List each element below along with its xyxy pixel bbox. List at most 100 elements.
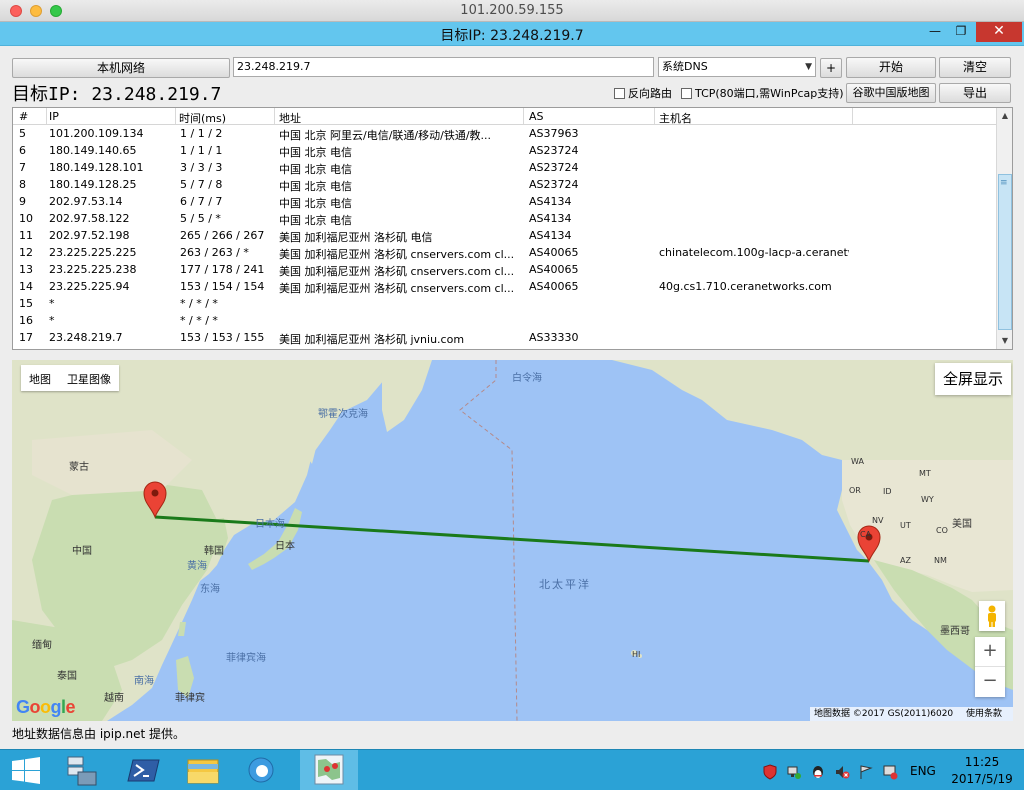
label-china: 中国 <box>72 546 92 557</box>
table-row[interactable]: 13 23.225.225.238 177 / 178 / 241 美国 加利福尼亚州… <box>13 261 997 278</box>
zoom-control: + − <box>975 637 1005 697</box>
label-bering-sea: 白令海 <box>512 373 542 384</box>
table-row[interactable]: 17 23.248.219.7 153 / 153 / 155 美国 加利福尼亚州 洛… <box>13 329 997 346</box>
display-icon[interactable] <box>882 764 898 780</box>
target-ip-heading: 目标IP: 23.248.219.7 <box>12 84 222 105</box>
checkbox-box <box>681 88 692 99</box>
chevron-down-icon: ▼ <box>805 62 812 72</box>
cell-time: * / * / * <box>180 314 218 327</box>
cell-address: 美国 加利福尼亚州 洛杉矶 电信 <box>279 231 433 244</box>
input-language[interactable]: ENG <box>910 764 936 778</box>
qq-icon[interactable] <box>810 764 826 780</box>
trace-table[interactable]: # IP 时间(ms) 地址 AS 主机名 5 101.200.109.134 1 … <box>12 107 1013 350</box>
attribution-text: 地图数据 ©2017 GS(2011)6020 <box>814 709 954 719</box>
table-row[interactable]: 8 180.149.128.25 5 / 7 / 8 中国 北京 电信 AS23724 <box>13 176 997 193</box>
column-header-time[interactable]: 时间(ms) <box>179 110 226 126</box>
cell-ip: 202.97.53.14 <box>49 195 123 208</box>
cell-ip: 202.97.52.198 <box>49 229 130 242</box>
export-button[interactable]: 导出 <box>939 83 1011 103</box>
security-shield-icon[interactable] <box>762 764 778 780</box>
maximize-button[interactable]: ❐ <box>948 22 974 42</box>
label-ut: UT <box>900 521 911 530</box>
label-japan: 日本 <box>275 541 295 552</box>
system-clock[interactable]: 11:25 2017/5/19 <box>944 754 1020 788</box>
file-explorer-icon[interactable] <box>174 750 232 790</box>
close-button[interactable]: ✕ <box>976 22 1022 42</box>
local-network-button[interactable]: 本机网络 <box>12 58 230 78</box>
table-row[interactable]: 14 23.225.225.94 153 / 154 / 154 美国 加利福尼亚州 … <box>13 278 997 295</box>
start-button[interactable]: 开始 <box>846 57 936 78</box>
cell-ip: 202.97.58.122 <box>49 212 130 225</box>
label-north-pacific: 北太平洋 <box>539 578 591 591</box>
cell-as: AS4134 <box>529 195 572 208</box>
label-wy: WY <box>921 495 934 504</box>
powershell-icon[interactable] <box>116 750 174 790</box>
label-japan-sea: 日本海 <box>255 519 285 530</box>
cell-number: 7 <box>19 161 26 174</box>
cell-number: 17 <box>19 331 33 344</box>
label-burma: 缅甸 <box>32 640 52 651</box>
tab-satellite[interactable]: 卫星图像 <box>67 371 111 387</box>
scroll-down-arrow-icon[interactable]: ▼ <box>997 333 1012 349</box>
cell-address: 中国 北京 电信 <box>279 214 352 227</box>
besttrace-taskbar-icon[interactable] <box>300 750 358 790</box>
map-type-control: 地图 卫星图像 <box>21 365 119 391</box>
browser-icon[interactable] <box>232 750 290 790</box>
column-header-hostname[interactable]: 主机名 <box>659 110 692 126</box>
clock-time: 11:25 <box>964 755 1000 769</box>
map-attribution: 地图数据 ©2017 GS(2011)6020 使用条款 <box>810 707 1013 721</box>
cell-number: 12 <box>19 246 33 259</box>
table-row[interactable]: 16 * * / * / * <box>13 312 997 329</box>
terms-link[interactable]: 使用条款 <box>966 707 1002 721</box>
table-row[interactable]: 5 101.200.109.134 1 / 1 / 2 中国 北京 阿里云/电信/联通… <box>13 125 997 142</box>
table-row[interactable]: 12 23.225.225.225 263 / 263 / * 美国 加利福尼亚州 洛… <box>13 244 997 261</box>
fullscreen-button[interactable]: 全屏显示 <box>935 363 1011 395</box>
table-row[interactable]: 11 202.97.52.198 265 / 266 / 267 美国 加利福尼亚州 … <box>13 227 997 244</box>
pegman-icon[interactable] <box>979 601 1005 631</box>
add-button[interactable]: + <box>820 58 842 78</box>
tcp-label: TCP(80端口,需WinPcap支持) <box>695 87 844 100</box>
table-row[interactable]: 7 180.149.128.101 3 / 3 / 3 中国 北京 电信 AS23724 <box>13 159 997 176</box>
cell-time: 265 / 266 / 267 <box>180 229 265 242</box>
flag-icon[interactable] <box>858 764 874 780</box>
column-header-ip[interactable]: IP <box>49 110 59 123</box>
label-yellow-sea: 黄海 <box>187 561 207 572</box>
network-icon[interactable] <box>786 764 802 780</box>
cell-as: AS40065 <box>529 246 579 259</box>
tab-map[interactable]: 地图 <box>29 371 51 387</box>
cell-ip: 180.149.128.101 <box>49 161 144 174</box>
start-button[interactable] <box>0 750 58 790</box>
column-header-number[interactable]: # <box>19 110 28 123</box>
zoom-in-button[interactable]: + <box>975 637 1005 667</box>
label-id: ID <box>883 487 892 496</box>
google-china-map-button[interactable]: 谷歌中国版地图 <box>846 83 936 103</box>
route-map[interactable]: 蒙古 中国 韩国 日本 缅甸 泰国 越南 菲律宾 美国 墨西哥 WA OR NV… <box>12 360 1013 721</box>
label-nv: NV <box>872 516 884 525</box>
column-header-address[interactable]: 地址 <box>279 110 301 126</box>
table-row[interactable]: 15 * * / * / * <box>13 295 997 312</box>
table-row[interactable]: 10 202.97.58.122 5 / 5 / * 中国 北京 电信 AS4134 <box>13 210 997 227</box>
label-philippine-sea: 菲律宾海 <box>226 653 266 664</box>
minimize-button[interactable]: — <box>922 22 948 42</box>
cell-time: 153 / 154 / 154 <box>180 280 265 293</box>
server-manager-icon[interactable] <box>58 750 116 790</box>
volume-muted-icon[interactable] <box>834 764 850 780</box>
table-row[interactable]: 6 180.149.140.65 1 / 1 / 1 中国 北京 电信 AS23724 <box>13 142 997 159</box>
cell-ip: 23.225.225.94 <box>49 280 130 293</box>
dns-select[interactable]: 系统DNS ▼ <box>658 57 816 77</box>
label-okhotsk-sea: 鄂霍次克海 <box>318 409 368 420</box>
cell-time: 1 / 1 / 2 <box>180 127 223 140</box>
table-scrollbar[interactable]: ▲ ≡ ▼ <box>996 108 1012 349</box>
scroll-thumb[interactable] <box>998 174 1012 330</box>
clear-button[interactable]: 清空 <box>939 57 1011 78</box>
column-header-as[interactable]: AS <box>529 110 544 123</box>
label-usa: 美国 <box>952 519 972 530</box>
label-hi: HI <box>632 650 641 659</box>
reverse-route-checkbox[interactable]: 反向路由 <box>614 85 672 101</box>
scroll-up-arrow-icon[interactable]: ▲ <box>997 108 1012 124</box>
target-input[interactable]: 23.248.219.7 <box>233 57 654 77</box>
tcp-checkbox[interactable]: TCP(80端口,需WinPcap支持) <box>681 85 844 101</box>
table-row[interactable]: 9 202.97.53.14 6 / 7 / 7 中国 北京 电信 AS4134 <box>13 193 997 210</box>
zoom-out-button[interactable]: − <box>975 667 1005 697</box>
mac-window-title: 101.200.59.155 <box>460 3 564 18</box>
